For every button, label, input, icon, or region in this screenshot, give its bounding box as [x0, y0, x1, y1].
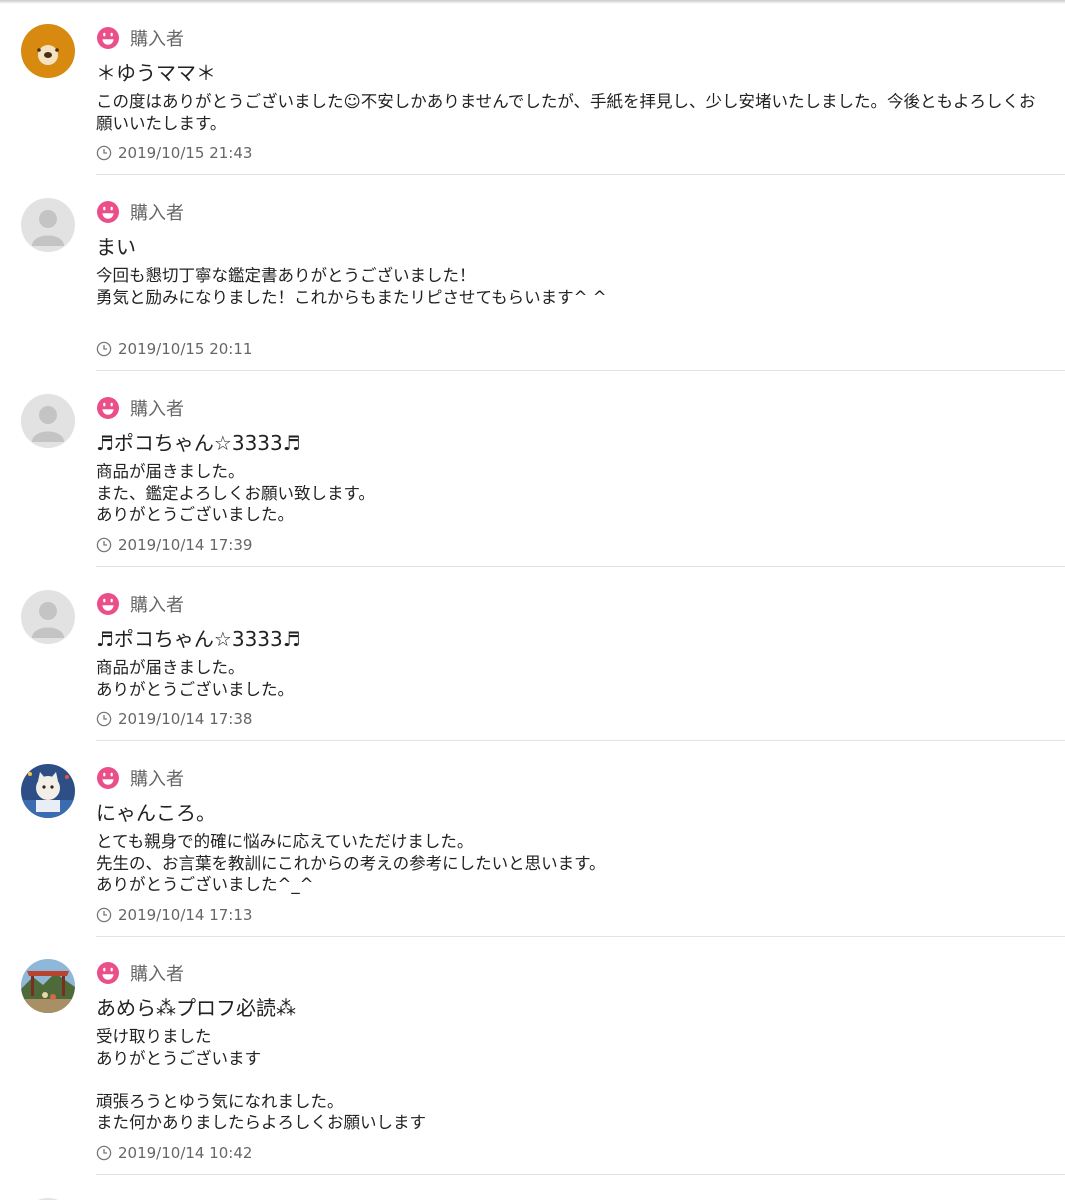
- clock-icon: [96, 145, 112, 161]
- reviewer-name[interactable]: ♬ポコちゃん☆3333♬: [96, 623, 301, 652]
- buyer-label: 購入者: [130, 964, 184, 985]
- buyer-label: 購入者: [130, 203, 184, 224]
- reviewer-name[interactable]: まい: [96, 231, 136, 260]
- clock-icon: [96, 341, 112, 357]
- review-text: 商品が届きました。 また、鑑定よろしくお願い致します。 ありがとうございました。: [96, 462, 375, 524]
- review-date: 2019/10/15 20:11: [96, 340, 252, 358]
- review-date: 2019/10/14 17:38: [96, 710, 252, 728]
- review-date-text: 2019/10/14 17:13: [118, 906, 253, 924]
- buyer-badge: 購入者: [96, 26, 184, 50]
- review-item: 購入者 にゃんころ。 とても親身で的確に悩みに応えていただけました。 先生の、お…: [0, 740, 1065, 937]
- buyer-badge: 購入者: [96, 200, 184, 224]
- review-date: 2019/10/14 17:13: [96, 906, 252, 924]
- review-text: この度はありがとうございました☺不安しかありませんでしたが、手紙を拝見し、少し安…: [96, 92, 1036, 133]
- smiley-face-icon: [97, 962, 119, 984]
- clock-icon: [96, 907, 112, 923]
- review-item: 購入者 ＊ゆうママ＊ この度はありがとうございました☺不安しかありませんでしたが…: [0, 0, 1065, 175]
- buyer-badge: 購入者: [96, 396, 184, 420]
- review-date-text: 2019/10/14 17:39: [118, 536, 253, 554]
- review-item: 購入者 まい 今回も懇切丁寧な鑑定書ありがとうございました！ 勇気と励みになりま…: [0, 174, 1065, 371]
- review-text: とても親身で的確に悩みに応えていただけました。 先生の、お言葉を教訓にこれからの…: [96, 832, 606, 894]
- review-date-text: 2019/10/15 20:11: [118, 340, 253, 358]
- review-item-partial: [0, 1174, 1065, 1200]
- review-date: 2019/10/14 17:39: [96, 536, 252, 554]
- review-text: 商品が届きました。 ありがとうございました。: [96, 658, 294, 699]
- buyer-label: 購入者: [130, 595, 184, 616]
- review-item: 購入者 ♬ポコちゃん☆3333♬ 商品が届きました。 また、鑑定よろしくお願い致…: [0, 370, 1065, 567]
- review-text: 今回も懇切丁寧な鑑定書ありがとうございました！ 勇気と励みになりました！これから…: [96, 266, 607, 307]
- smiley-face-icon: [97, 593, 119, 615]
- user-avatar-default[interactable]: [21, 198, 75, 252]
- review-date-text: 2019/10/14 10:42: [118, 1144, 253, 1162]
- user-avatar-default[interactable]: [21, 394, 75, 448]
- smiley-face-icon: [97, 767, 119, 789]
- smiley-face-icon: [97, 397, 119, 419]
- reviewer-name[interactable]: にゃんころ。: [96, 797, 216, 826]
- review-text: 受け取りました ありがとうございます 頑張ろうとゆう気になれました。 また何かあ…: [96, 1027, 426, 1132]
- review-date: 2019/10/14 10:42: [96, 1144, 252, 1162]
- buyer-badge: 購入者: [96, 961, 184, 985]
- buyer-label: 購入者: [130, 29, 184, 50]
- buyer-badge: 購入者: [96, 592, 184, 616]
- reviewer-name[interactable]: ＊ゆうママ＊: [96, 57, 216, 86]
- review-date-text: 2019/10/14 17:38: [118, 710, 253, 728]
- buyer-label: 購入者: [130, 769, 184, 790]
- user-avatar-landscape-photo[interactable]: [21, 959, 75, 1013]
- clock-icon: [96, 711, 112, 727]
- review-date-text: 2019/10/15 21:43: [118, 144, 253, 162]
- buyer-badge: 購入者: [96, 766, 184, 790]
- clock-icon: [96, 1145, 112, 1161]
- review-item: 購入者 あめら⁂プロフ必読⁂ 受け取りました ありがとうございます 頑張ろうとゆ…: [0, 935, 1065, 1175]
- review-date: 2019/10/15 21:43: [96, 144, 252, 162]
- review-item: 購入者 ♬ポコちゃん☆3333♬ 商品が届きました。 ありがとうございました。 …: [0, 566, 1065, 741]
- user-avatar-default[interactable]: [21, 590, 75, 644]
- user-avatar-cat-photo[interactable]: [21, 764, 75, 818]
- reviewer-name[interactable]: あめら⁂プロフ必読⁂: [96, 992, 296, 1021]
- clock-icon: [96, 537, 112, 553]
- reviewer-name[interactable]: ♬ポコちゃん☆3333♬: [96, 427, 301, 456]
- smiley-face-icon: [97, 201, 119, 223]
- user-avatar-bear[interactable]: [21, 24, 75, 78]
- smiley-face-icon: [97, 27, 119, 49]
- buyer-label: 購入者: [130, 399, 184, 420]
